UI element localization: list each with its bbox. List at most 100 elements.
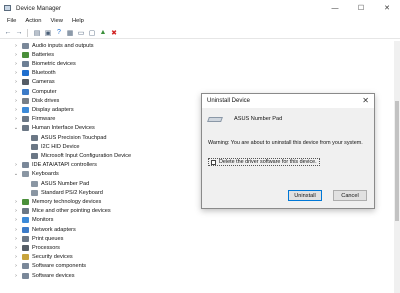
tree-device[interactable]: I2C HID Device: [28, 142, 80, 151]
back-arrow-icon[interactable]: ←: [3, 28, 13, 38]
chevron-right-icon[interactable]: ›: [13, 43, 19, 49]
tree-category[interactable]: › Batteries: [13, 50, 54, 59]
tree-item-label: Processors: [32, 244, 60, 251]
toolbar: ← → ▤ ▣ ? ▦ ▭ ▢ ▲ ✖: [0, 27, 400, 39]
tree-category[interactable]: › Security devices: [13, 253, 73, 262]
chevron-right-icon[interactable]: ›: [13, 254, 19, 260]
menu-view[interactable]: View: [50, 18, 62, 24]
chevron-right-icon[interactable]: ›: [13, 199, 19, 205]
tree-category[interactable]: › Display adapters: [13, 105, 74, 114]
tree-item-label: Software devices: [32, 272, 75, 279]
tree-item-label: Computer: [32, 88, 57, 95]
dialog-close-icon[interactable]: ✕: [362, 96, 369, 105]
window-controls: — ☐ ✕: [322, 0, 400, 16]
device-category-icon: [22, 79, 29, 86]
tree-category[interactable]: › Memory technology devices: [13, 197, 101, 206]
dialog-button-bar: Uninstall Cancel: [202, 184, 374, 208]
view-resources-icon[interactable]: ▦: [65, 28, 75, 38]
tree-category[interactable]: › Mice and other pointing devices: [13, 207, 111, 216]
tree-category[interactable]: › Disk drives: [13, 96, 59, 105]
tree-device[interactable]: Standard PS/2 Keyboard: [28, 188, 103, 197]
chevron-right-icon[interactable]: ›: [13, 162, 19, 168]
menu-help[interactable]: Help: [72, 18, 84, 24]
show-hide-console-tree-icon[interactable]: ▤: [32, 28, 42, 38]
chevron-right-icon[interactable]: ›: [13, 70, 19, 76]
tree-item-label: Memory technology devices: [32, 198, 102, 205]
tree-category[interactable]: › Biometric devices: [13, 59, 76, 68]
delete-driver-checkbox[interactable]: [211, 159, 216, 165]
tree-item-label: Audio inputs and outputs: [32, 42, 94, 49]
properties-icon[interactable]: ▣: [43, 28, 53, 38]
tree-device[interactable]: ASUS Precision Touchpad: [28, 133, 107, 142]
device-category-icon: [22, 116, 29, 123]
tree-item-label: Print queues: [32, 235, 64, 242]
tree-category[interactable]: › Bluetooth: [13, 69, 56, 78]
tree-item-label: Human Interface Devices: [32, 125, 95, 132]
tree-device[interactable]: ASUS Number Pad: [28, 179, 89, 188]
tree-category[interactable]: › Software devices: [13, 271, 75, 280]
tree-category[interactable]: › Cameras: [13, 78, 55, 87]
chevron-down-icon[interactable]: ⌄: [13, 125, 19, 131]
maximize-button[interactable]: ☐: [348, 0, 374, 16]
scrollbar-thumb[interactable]: [395, 101, 399, 221]
tree-item-label: Monitors: [32, 217, 54, 224]
chevron-right-icon[interactable]: ›: [13, 227, 19, 233]
dialog-title: Uninstall Device: [207, 98, 251, 104]
chevron-right-icon[interactable]: ›: [13, 98, 19, 104]
scan-hardware-icon[interactable]: ▢: [87, 28, 97, 38]
forward-arrow-icon[interactable]: →: [14, 28, 24, 38]
device-category-icon: [22, 60, 29, 67]
update-driver-icon[interactable]: ▲: [98, 28, 108, 38]
window-title: Device Manager: [16, 4, 62, 12]
chevron-right-icon[interactable]: ›: [13, 107, 19, 113]
tree-item-label: Software components: [32, 263, 87, 270]
tree-item-label: Biometric devices: [32, 60, 76, 67]
device-category-icon: [22, 198, 29, 205]
tree-item-label: Bluetooth: [32, 70, 56, 77]
tree-category[interactable]: › Monitors: [13, 216, 53, 225]
device-category-icon: [22, 88, 29, 95]
menu-action[interactable]: Action: [25, 18, 41, 24]
tree-device[interactable]: Microsoft Input Configuration Device: [28, 151, 131, 160]
delete-driver-checkbox-row[interactable]: Delete the driver software for this devi…: [208, 158, 320, 166]
monitor-icon[interactable]: ▭: [76, 28, 86, 38]
help-icon[interactable]: ?: [54, 28, 64, 38]
tree-item-label: ASUS Number Pad: [41, 180, 90, 187]
chevron-right-icon[interactable]: ›: [13, 263, 19, 269]
menu-file[interactable]: File: [7, 18, 16, 24]
chevron-right-icon[interactable]: ›: [13, 217, 19, 223]
delete-driver-checkbox-label[interactable]: Delete the driver software for this devi…: [219, 159, 317, 165]
tree-item-label: Mice and other pointing devices: [32, 208, 111, 215]
chevron-right-icon[interactable]: ›: [13, 273, 19, 279]
tree-category[interactable]: ⌄ Human Interface Devices: [13, 124, 95, 133]
cancel-button[interactable]: Cancel: [333, 190, 367, 201]
chevron-right-icon[interactable]: ›: [13, 89, 19, 95]
device-category-icon: [22, 272, 29, 279]
tree-category[interactable]: › Audio inputs and outputs: [13, 41, 94, 50]
tree-item-label: Microsoft Input Configuration Device: [41, 152, 132, 159]
device-category-icon: [22, 226, 29, 233]
close-window-button[interactable]: ✕: [374, 0, 400, 16]
tree-category[interactable]: › Firmware: [13, 115, 55, 124]
vertical-scrollbar[interactable]: [394, 41, 400, 293]
tree-category[interactable]: › Processors: [13, 243, 60, 252]
chevron-right-icon[interactable]: ›: [13, 61, 19, 67]
tree-category[interactable]: › Network adapters: [13, 225, 76, 234]
chevron-right-icon[interactable]: ›: [13, 208, 19, 214]
tree-category[interactable]: ⌄ Keyboards: [13, 170, 59, 179]
chevron-right-icon[interactable]: ›: [13, 245, 19, 251]
chevron-right-icon[interactable]: ›: [13, 116, 19, 122]
minimize-button[interactable]: —: [322, 0, 348, 16]
chevron-down-icon[interactable]: ⌄: [13, 171, 19, 177]
chevron-right-icon[interactable]: ›: [13, 79, 19, 85]
tree-category[interactable]: › Software components: [13, 262, 86, 271]
chevron-right-icon[interactable]: ›: [13, 236, 19, 242]
keyboard-device-icon: [207, 117, 223, 122]
chevron-right-icon[interactable]: ›: [13, 52, 19, 58]
tree-category[interactable]: › IDE ATA/ATAPI controllers: [13, 161, 97, 170]
tree-category[interactable]: › Print queues: [13, 234, 63, 243]
device-category-icon: [31, 180, 38, 187]
tree-category[interactable]: › Computer: [13, 87, 57, 96]
uninstall-button[interactable]: Uninstall: [288, 190, 322, 201]
uninstall-device-icon[interactable]: ✖: [109, 28, 119, 38]
